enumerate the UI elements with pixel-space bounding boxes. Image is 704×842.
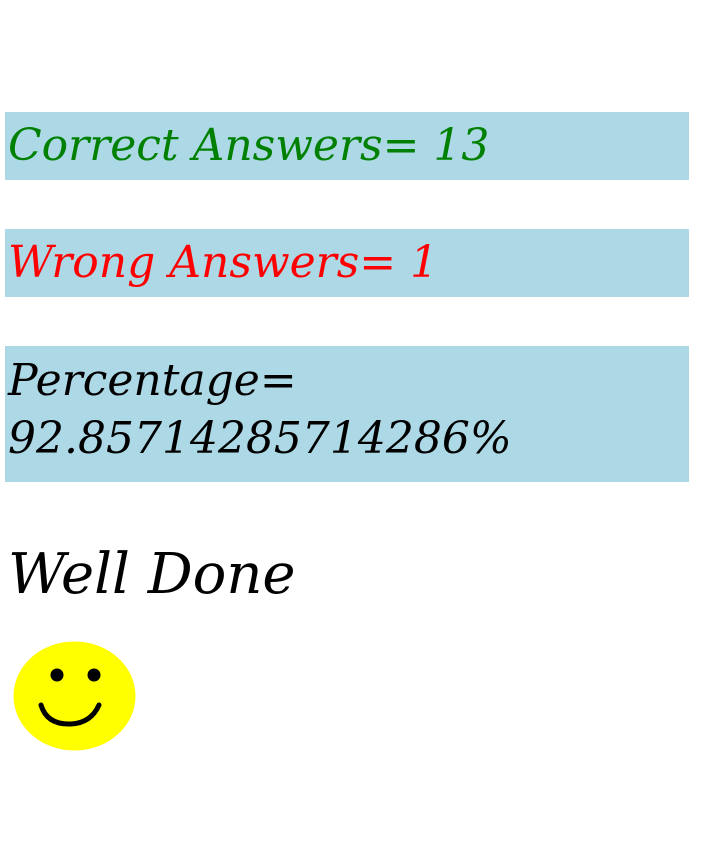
correct-answers-box: Correct Answers= 13 xyxy=(5,112,689,180)
well-done-message: Well Done xyxy=(8,542,296,607)
smiley-face-icon xyxy=(13,641,136,751)
percentage-box: Percentage= 92.857142857142​86% xyxy=(5,346,689,482)
wrong-answers-text: Wrong Answers= 1 xyxy=(8,237,439,288)
percentage-label: Percentage= xyxy=(8,355,297,406)
wrong-answers-box: Wrong Answers= 1 xyxy=(5,229,689,297)
percentage-value: 92.857142857142​86% xyxy=(8,413,512,464)
correct-answers-text: Correct Answers= 13 xyxy=(8,120,490,171)
